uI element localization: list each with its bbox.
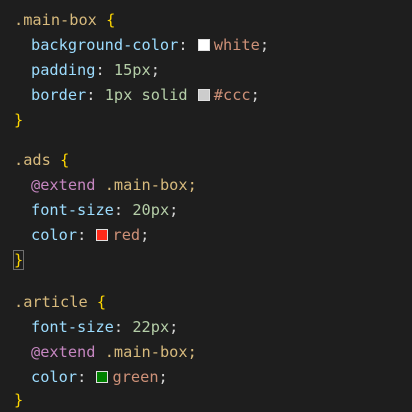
code-line-close-brace[interactable]: } — [14, 108, 23, 132]
property-name: border — [31, 86, 87, 104]
open-brace: { — [106, 11, 116, 29]
property-value: red — [112, 226, 141, 244]
color-swatch-green[interactable] — [96, 371, 109, 383]
selector-text: .article — [14, 293, 88, 311]
close-brace: } — [14, 111, 24, 129]
color-swatch-red[interactable] — [96, 229, 109, 241]
selector-text: .main-box — [14, 11, 97, 29]
property-value: 15px — [113, 61, 151, 79]
property-name: font-size — [31, 201, 114, 219]
open-brace: { — [60, 151, 70, 169]
extend-target: .main-box; — [104, 176, 197, 194]
code-line-font-size[interactable]: font-size: 20px; — [14, 198, 178, 222]
property-value: green — [112, 368, 159, 386]
code-line-selector-article[interactable]: .article { — [14, 290, 106, 314]
property-name: color — [31, 226, 78, 244]
code-line-close-brace[interactable]: } — [14, 388, 23, 412]
selector-text: .ads — [14, 151, 51, 169]
code-line-font-size[interactable]: font-size: 22px; — [14, 315, 178, 339]
code-line-color[interactable]: color: green; — [14, 365, 168, 389]
property-value: 20px — [132, 201, 170, 219]
property-value: white — [213, 36, 260, 54]
color-swatch-ccc[interactable] — [197, 89, 210, 101]
code-line-selector-main-box[interactable]: .main-box { — [14, 8, 115, 32]
code-line-background-color[interactable]: background-color: white; — [14, 33, 269, 57]
property-name: font-size — [31, 318, 114, 336]
code-line-padding[interactable]: padding: 15px; — [14, 58, 160, 82]
property-name: background-color — [31, 36, 179, 54]
code-line-close-brace[interactable]: } — [12, 248, 25, 272]
property-value: 22px — [132, 318, 170, 336]
color-swatch-white[interactable] — [197, 39, 210, 51]
property-name: color — [31, 368, 78, 386]
extend-directive: @extend — [31, 176, 96, 194]
code-line-border[interactable]: border: 1px solid #ccc; — [14, 83, 260, 107]
code-line-color[interactable]: color: red; — [14, 223, 149, 247]
code-line-extend[interactable]: @extend .main-box; — [14, 173, 197, 197]
close-brace: } — [14, 391, 24, 409]
extend-target: .main-box; — [104, 343, 197, 361]
property-value-2: #ccc — [213, 86, 251, 104]
open-brace: { — [96, 293, 107, 311]
code-editor[interactable]: .main-box { background-color: white; pad… — [0, 0, 412, 409]
code-line-extend[interactable]: @extend .main-box; — [14, 340, 197, 364]
code-line-selector-ads[interactable]: .ads { — [14, 148, 69, 172]
extend-directive: @extend — [31, 343, 96, 361]
property-value: 1px solid — [104, 86, 188, 104]
property-name: padding — [31, 61, 96, 79]
close-brace-matched: } — [12, 250, 25, 270]
